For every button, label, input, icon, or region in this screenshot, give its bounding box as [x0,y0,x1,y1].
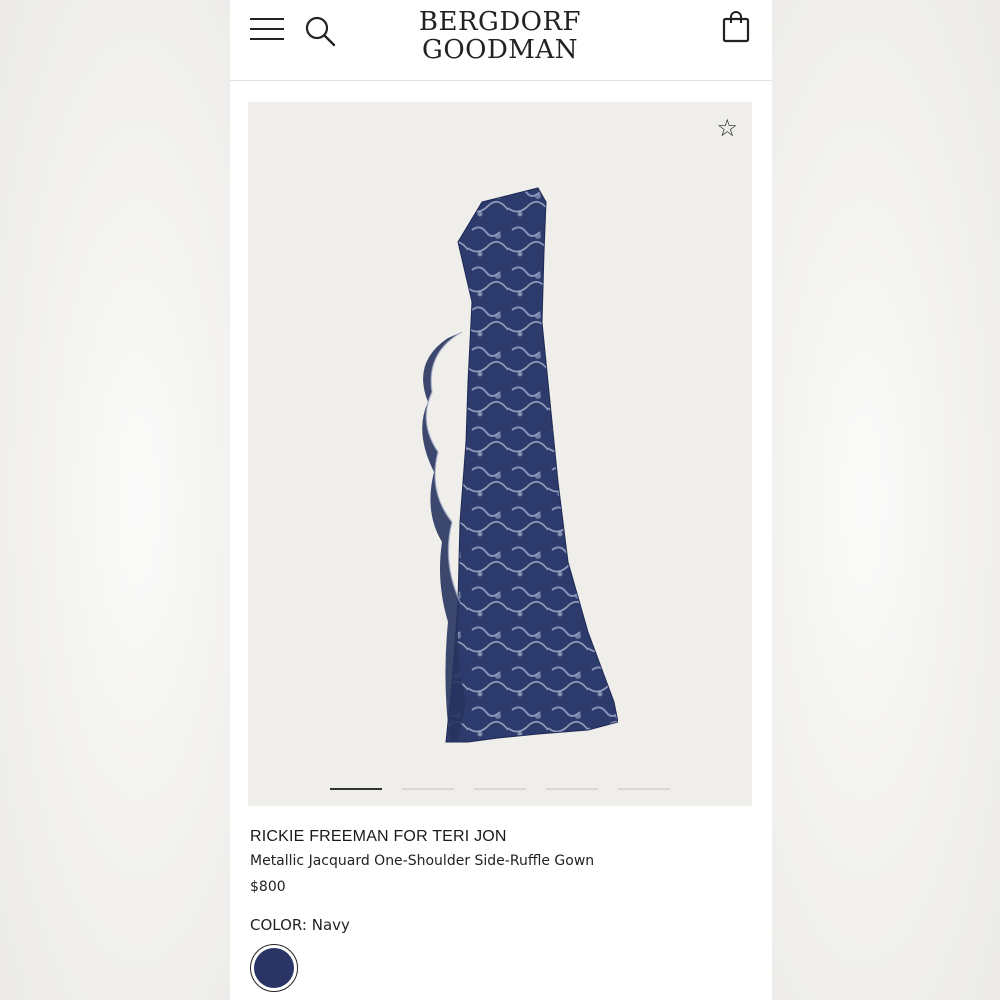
backdrop-right [772,0,1000,1000]
logo-line-1: BERGDORF [418,7,582,37]
logo-line-2: GOODMAN [422,35,578,65]
color-selector-label: COLOR: Navy [250,916,350,934]
color-swatch-navy[interactable] [250,944,298,992]
swatch-fill [254,948,294,988]
product-price: $800 [250,879,286,895]
carousel-dot-5[interactable] [618,788,670,790]
mobile-page: BERGDORF GOODMAN ☆ RICKIE FREEMAN FOR TE… [230,0,772,1000]
backdrop-left [0,0,230,1000]
carousel-dot-4[interactable] [546,788,598,790]
carousel-dot-2[interactable] [402,788,454,790]
carousel-dot-3[interactable] [474,788,526,790]
carousel-dot-1[interactable] [330,788,382,790]
gown-image [422,187,618,743]
product-brand[interactable]: RICKIE FREEMAN FOR TERI JON [250,828,507,846]
brand-logo[interactable]: BERGDORF GOODMAN [380,8,620,64]
shopping-bag-icon[interactable] [720,8,754,44]
hamburger-menu-icon[interactable] [250,16,286,42]
site-header: BERGDORF GOODMAN [230,0,772,81]
product-name: Metallic Jacquard One-Shoulder Side-Ruff… [250,853,595,869]
image-carousel-indicator [330,788,670,794]
product-image[interactable]: ☆ [248,102,752,806]
color-value: Navy [311,916,350,934]
search-icon[interactable] [304,14,338,48]
star-outline-icon[interactable]: ☆ [716,114,738,142]
color-label: COLOR: [250,916,307,934]
